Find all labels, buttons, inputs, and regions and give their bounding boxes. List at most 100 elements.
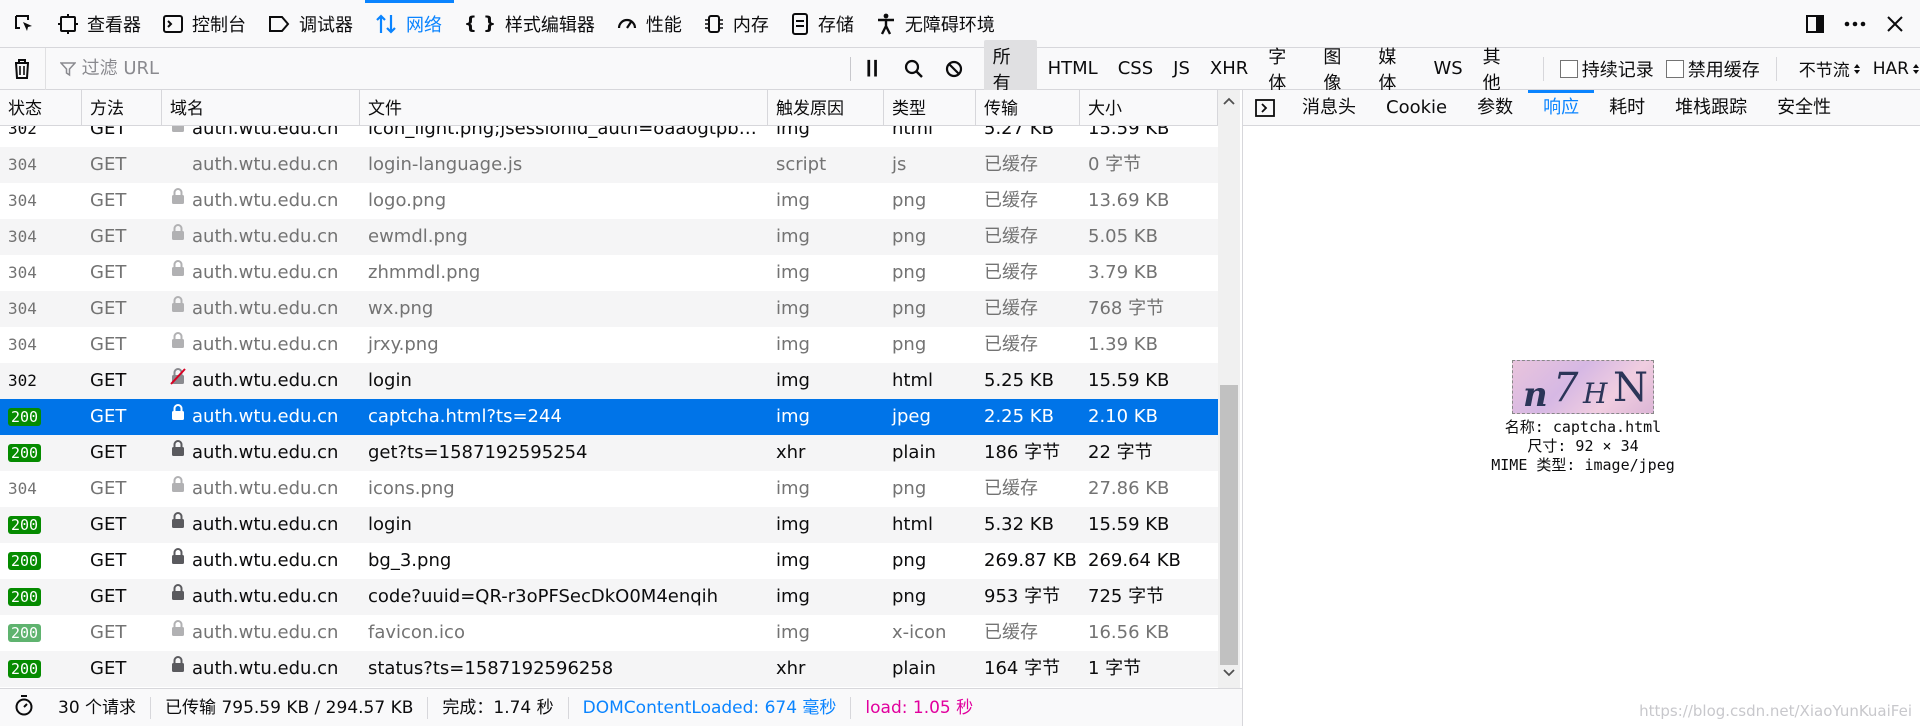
table-row[interactable]: 304 GET auth.wtu.edu.cn jrxy.png img png 已缓存 1.… [0,327,1218,363]
domain-cell: auth.wtu.edu.cn [162,291,360,327]
column-header[interactable]: 状态 [0,90,82,126]
method-cell: GET [90,442,127,463]
type-filter-button[interactable]: XHR [1201,55,1257,82]
filter-url-input[interactable] [81,58,782,79]
tool-tab-network[interactable]: 网络 [365,0,454,48]
table-row[interactable]: 304 GET auth.wtu.edu.cn zhmmdl.png img png 已缓存… [0,255,1218,291]
table-row[interactable]: 304 GET auth.wtu.edu.cn logo.png img png 已缓存 13… [0,183,1218,219]
type-cell: png [892,586,927,607]
size-cell: 13.69 KB [1088,190,1170,211]
table-row[interactable]: 200 GET auth.wtu.edu.cn captcha.html?ts=244… [0,399,1218,435]
tool-tab-performance[interactable]: 性能 [607,0,694,48]
tool-tab-memory[interactable]: 内存 [694,0,781,48]
scroll-up-icon[interactable] [1218,90,1240,112]
file-cell: login-language.js [368,154,523,175]
request-details-panel: 消息头 Cookie 参数 响应 耗时 堆栈跟踪 安全性 n 7 H N 名称: captc… [1242,89,1920,726]
table-row[interactable]: 200 GET auth.wtu.edu.cn code?uuid=QR-r3oPFS… [0,579,1218,615]
table-scrollbar[interactable] [1218,90,1240,688]
details-tab[interactable]: 堆栈跟踪 [1660,90,1762,126]
status-cell: 302 [0,363,82,399]
table-row[interactable]: 200 GET auth.wtu.edu.cn get?ts=158719259525… [0,435,1218,471]
domain-cell: auth.wtu.edu.cn [162,255,360,291]
network-status-bar: 30 个请求 已传输 795.59 KB / 294.57 KB 完成：1.74… [0,688,1242,726]
details-tab[interactable]: Cookie [1371,90,1462,126]
lock-icon [170,291,186,326]
column-header[interactable]: 方法 [82,90,162,126]
file-cell: icon_light.png;jsessionid_auth=oaaogtpbm… [368,126,768,139]
table-row[interactable]: 200 GET auth.wtu.edu.cn login img html 5.32 KB… [0,507,1218,543]
preview-name: 名称: captcha.html [1504,418,1662,436]
column-header[interactable]: 文件 [360,90,768,126]
table-row[interactable]: 304 GET auth.wtu.edu.cn wx.png img png 已缓存 768 … [0,291,1218,327]
tool-tab-inspector[interactable]: 查看器 [48,0,153,48]
request-rows: 302 GET auth.wtu.edu.cn icon_light.png;jses… [0,126,1218,688]
har-menu-button[interactable]: HAR [1873,59,1920,79]
cause-cell: xhr [776,658,806,679]
domain-cell: auth.wtu.edu.cn [162,147,360,183]
insecure-lock-icon [170,363,186,398]
column-header[interactable]: 类型 [884,90,976,126]
details-tab[interactable]: 耗时 [1594,90,1660,126]
table-row[interactable]: 302 GET auth.wtu.edu.cn login img html 5.25 KB… [0,363,1218,399]
tool-tab-debugger[interactable]: 调试器 [258,0,365,48]
method-cell: GET [90,622,127,643]
table-row[interactable]: 304 GET auth.wtu.edu.cn icons.png img png 已缓存 2… [0,471,1218,507]
status-code: 304 [8,335,37,354]
details-tab[interactable]: 参数 [1462,90,1528,126]
block-requests-button[interactable] [934,48,974,90]
transferred-cell: 5.25 KB [984,370,1054,391]
details-tab[interactable]: 响应 [1528,89,1595,126]
size-cell: 269.64 KB [1088,550,1181,571]
type-filter-button[interactable]: JS [1164,55,1199,82]
search-button[interactable] [894,48,934,90]
type-filter-button[interactable]: 所有 [983,39,1037,98]
tool-tab-console[interactable]: 控制台 [153,0,258,48]
more-options-icon[interactable] [1838,7,1872,41]
tool-tab-label: 无障碍环境 [904,14,995,36]
details-tab[interactable]: 消息头 [1287,90,1371,126]
persist-logs-checkbox[interactable]: 持续记录 [1559,56,1654,82]
table-row[interactable]: 200 GET auth.wtu.edu.cn status?ts=158719259… [0,651,1218,687]
method-cell: GET [90,334,127,355]
tool-tab-label: 样式编辑器 [504,14,595,36]
transferred-cell: 已缓存 [984,298,1038,319]
tool-tab-label: 查看器 [87,14,141,36]
throttling-select[interactable]: 不节流 [1799,56,1861,81]
table-row[interactable]: 304 GET auth.wtu.edu.cn login-language.js sc… [0,147,1218,183]
close-icon[interactable] [1878,7,1912,41]
pause-button[interactable]: ▎▎ [855,48,895,90]
column-header[interactable]: 触发原因 [768,90,884,126]
tool-tab-storage[interactable]: 存储 [781,0,866,48]
tool-tab-style-editor[interactable]: { } 样式编辑器 [454,0,607,48]
element-picker-button[interactable] [0,0,48,48]
type-cell: plain [892,658,936,679]
transferred-cell: 已缓存 [984,190,1038,211]
table-row[interactable]: 302 GET auth.wtu.edu.cn icon_light.png;jses… [0,126,1218,147]
performance-analysis-button[interactable] [0,694,44,721]
scroll-down-icon[interactable] [1218,662,1240,684]
table-row[interactable]: 304 GET auth.wtu.edu.cn ewmdl.png img png 已缓存 5… [0,219,1218,255]
clear-requests-button[interactable] [0,47,46,90]
status-badge: 200 [8,624,42,642]
size-cell: 768 字节 [1088,298,1165,319]
column-header[interactable]: 大小 [1080,90,1218,126]
type-filter-button[interactable]: CSS [1109,55,1162,82]
details-tab[interactable]: 安全性 [1762,90,1846,126]
size-cell: 2.10 KB [1088,406,1158,427]
transferred-cell: 已缓存 [984,154,1038,175]
column-header[interactable]: 域名 [162,90,360,126]
disable-cache-checkbox[interactable]: 禁用缓存 [1665,56,1760,82]
persist-logs-label: 持续记录 [1581,59,1654,81]
divider [1542,56,1544,81]
lock-icon [170,183,186,218]
toggle-panel-button[interactable] [1243,90,1287,126]
column-header[interactable]: 传输 [976,90,1080,126]
cause-cell: img [776,406,810,427]
type-filter-button[interactable]: WS [1424,55,1471,82]
cause-cell: img [776,478,810,499]
type-filter-button[interactable]: HTML [1039,55,1107,82]
table-row[interactable]: 200 GET auth.wtu.edu.cn bg_3.png img png 269.8… [0,543,1218,579]
scrollbar-thumb[interactable] [1220,385,1238,665]
table-row[interactable]: 200 GET auth.wtu.edu.cn favicon.ico img x-ico… [0,615,1218,651]
dock-side-icon[interactable] [1798,7,1832,41]
